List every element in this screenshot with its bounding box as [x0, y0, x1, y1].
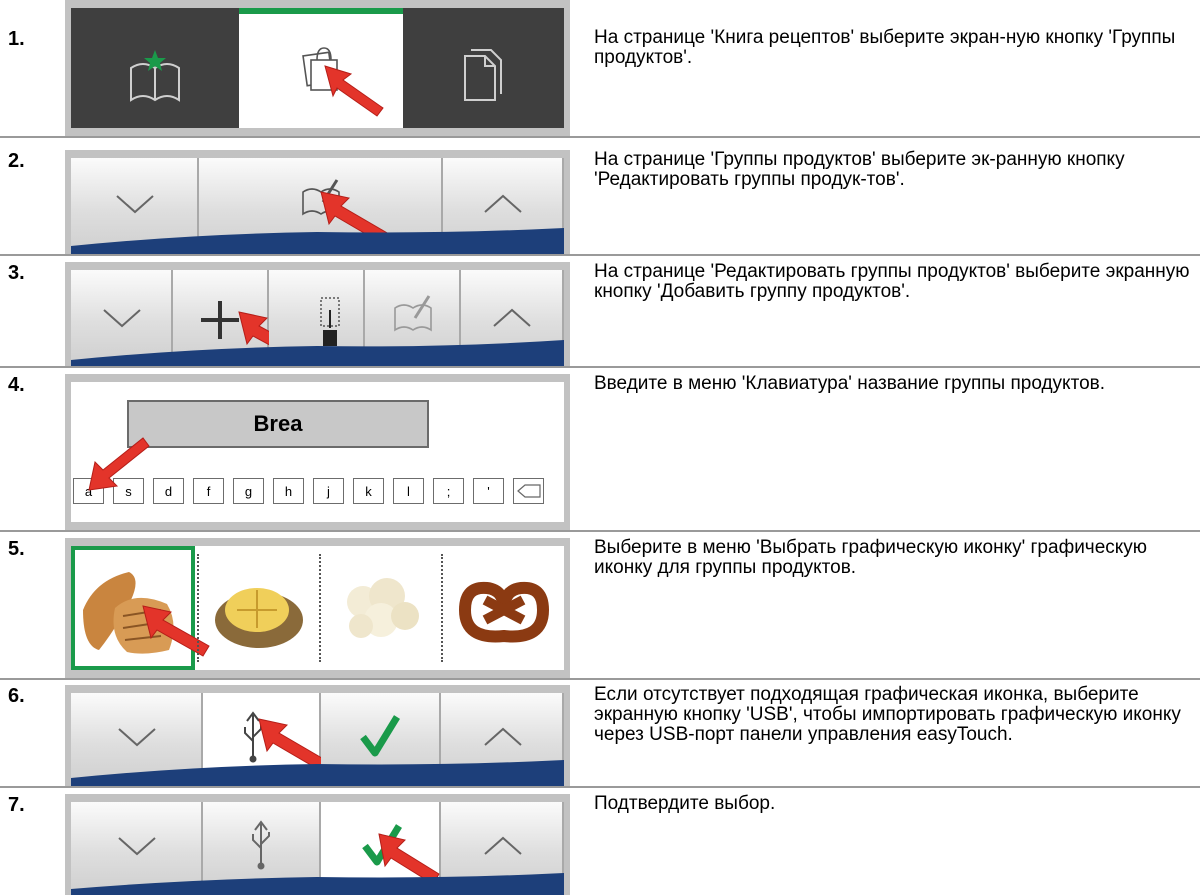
divider: [0, 136, 1200, 138]
pretzel-icon: [458, 581, 550, 643]
key-d[interactable]: d: [153, 478, 184, 504]
step-description: Подтвердите выбор.: [594, 793, 776, 814]
step-description: На странице 'Редактировать группы продук…: [594, 261, 1190, 302]
key-backspace[interactable]: [513, 478, 544, 504]
separator: [441, 554, 443, 662]
step-2-screen: [65, 150, 570, 254]
step-5-screen: [65, 538, 570, 678]
key-j[interactable]: j: [313, 478, 344, 504]
pages-button[interactable]: [403, 8, 564, 128]
keyboard-screen: Brea a s d f g h j k l ; ': [71, 382, 564, 522]
icon-picker: [71, 546, 564, 670]
blue-band: [71, 228, 564, 254]
cauliflower-icon-option[interactable]: [323, 550, 439, 666]
recipe-book-button[interactable]: [71, 8, 239, 128]
step-description: Если отсутствует подходящая графическая …: [594, 684, 1181, 745]
divider: [0, 366, 1200, 368]
red-arrow-icon: [88, 437, 150, 491]
step-2: 2. На странице 'Группы продуктов' выбери…: [0, 150, 1200, 254]
step-4: 4. Brea a s d f g h j k l ; ' Введите в …: [0, 374, 1200, 530]
pretzel-icon-option[interactable]: [445, 550, 563, 666]
step-number: 7.: [8, 794, 25, 816]
potato-icon: [215, 588, 303, 648]
key-k[interactable]: k: [353, 478, 384, 504]
red-arrow-icon: [324, 65, 384, 117]
potato-icon-option[interactable]: [201, 550, 317, 666]
step-3-screen: [65, 262, 570, 366]
blue-band: [71, 760, 564, 786]
separator: [319, 554, 321, 662]
step-7-screen: [65, 794, 570, 895]
blue-band: [71, 340, 564, 366]
button-bar: [71, 802, 564, 895]
cauliflower-icon: [347, 578, 419, 638]
step-1-screen: [65, 0, 570, 136]
step-6: 6. Если отсутствует подходящая графическ…: [0, 685, 1200, 786]
blue-band: [71, 873, 564, 895]
button-bar: [71, 270, 564, 366]
step-number: 6.: [8, 685, 25, 707]
bread-icon-option[interactable]: [71, 546, 210, 670]
step-number: 2.: [8, 150, 25, 172]
product-group-name-field[interactable]: Brea: [127, 400, 429, 448]
key-f[interactable]: f: [193, 478, 224, 504]
key-g[interactable]: g: [233, 478, 264, 504]
step-4-screen: Brea a s d f g h j k l ; ': [65, 374, 570, 530]
recipe-book-icon: [130, 50, 180, 102]
key-semicolon[interactable]: ;: [433, 478, 464, 504]
step-number: 1.: [8, 28, 25, 50]
step-number: 4.: [8, 374, 25, 396]
pages-icon: [464, 49, 502, 101]
step-1: 1. На странице 'Книга рецептов' выберите…: [0, 0, 1200, 136]
divider: [0, 786, 1200, 788]
divider: [0, 678, 1200, 680]
step-number: 5.: [8, 538, 25, 560]
step-description: На странице 'Группы продуктов' выберите …: [594, 149, 1125, 190]
key-quote[interactable]: ': [473, 478, 504, 504]
separator: [197, 554, 199, 662]
step-description: На странице 'Книга рецептов' выберите эк…: [594, 27, 1176, 68]
backspace-icon: [516, 484, 541, 498]
divider: [0, 254, 1200, 256]
key-l[interactable]: l: [393, 478, 424, 504]
step-number: 3.: [8, 262, 25, 284]
button-bar: [71, 158, 564, 254]
step-7: 7. Подтвердите выбор.: [0, 794, 1200, 895]
step-6-screen: [65, 685, 570, 786]
divider: [0, 530, 1200, 532]
step-description: Введите в меню 'Клавиатура' название гру…: [594, 373, 1106, 394]
step-description: Выберите в меню 'Выбрать графическую ико…: [594, 537, 1148, 578]
key-h[interactable]: h: [273, 478, 304, 504]
product-groups-button[interactable]: [239, 8, 403, 128]
step-3: 3. На странице 'Редактировать группы про…: [0, 262, 1200, 366]
button-bar: [71, 693, 564, 786]
step-5: 5. Выберите в меню 'Выбрать графическую …: [0, 538, 1200, 678]
